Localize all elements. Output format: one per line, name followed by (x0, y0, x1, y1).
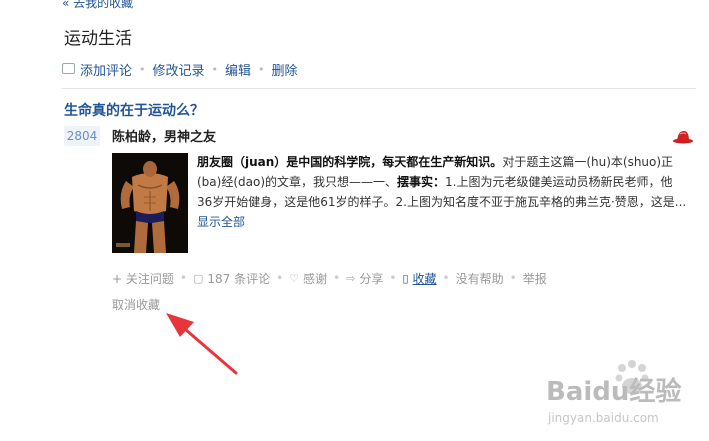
watermark-brand: Baidu经验 (546, 376, 681, 407)
watermark-url: jingyan.baidu.com (547, 411, 659, 425)
baidu-jingyan-watermark: Baidu经验 jingyan.baidu.com (546, 360, 681, 425)
